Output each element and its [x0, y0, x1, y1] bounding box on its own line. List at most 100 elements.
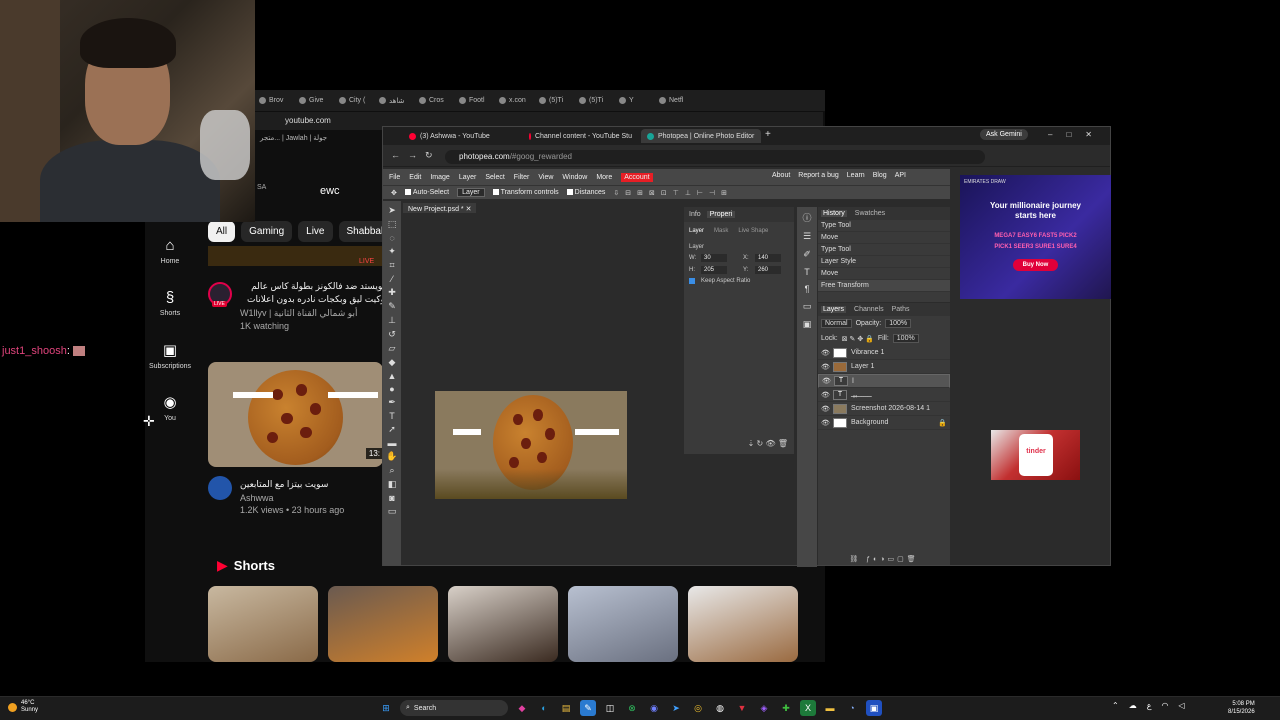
properties-tab[interactable]: Properi: [706, 211, 736, 218]
quick-mask-icon[interactable]: ◙: [389, 493, 394, 503]
youtube-tab[interactable]: Give: [295, 95, 333, 106]
eye-icon[interactable]: 👁: [821, 419, 830, 427]
tab-photopea[interactable]: Photopea | Online Photo Editor: [641, 129, 761, 143]
eye-icon[interactable]: 👁: [821, 363, 830, 371]
vivaldi-icon[interactable]: ▼: [734, 700, 750, 716]
wifi-icon[interactable]: ◠: [1161, 701, 1168, 710]
menu-more[interactable]: More: [596, 174, 612, 181]
nav-subscriptions[interactable]: ▣ Subscriptions: [145, 329, 195, 381]
taskbar-search[interactable]: ⌕ Search: [400, 700, 508, 716]
type-tool-icon[interactable]: T: [389, 411, 395, 421]
telegram-icon[interactable]: ➤: [668, 700, 684, 716]
eraser-tool-icon[interactable]: ▱: [389, 343, 396, 354]
new-tab-icon[interactable]: +: [765, 129, 771, 140]
app-icon[interactable]: ◫: [602, 700, 618, 716]
paths-tab[interactable]: Paths: [892, 306, 910, 313]
image-icon[interactable]: ▣: [803, 319, 812, 330]
move-tool-icon[interactable]: ➤: [388, 205, 396, 216]
info-tab[interactable]: Info: [689, 211, 701, 218]
eye-icon[interactable]: 👁: [821, 349, 830, 357]
menu-window[interactable]: Window: [562, 174, 587, 181]
youtube-tab[interactable]: City (: [335, 95, 373, 106]
steam-icon[interactable]: ◔: [844, 700, 860, 716]
heal-tool-icon[interactable]: ✚: [388, 287, 396, 298]
menu-view[interactable]: View: [538, 174, 553, 181]
youtube-tab[interactable]: Netfl: [655, 95, 693, 106]
obs-icon[interactable]: ◍: [712, 700, 728, 716]
ad-buy-button[interactable]: Buy Now: [1012, 259, 1059, 271]
blend-mode-select[interactable]: Normal: [821, 319, 852, 328]
youtube-tab[interactable]: Brov: [255, 95, 293, 106]
menu-file[interactable]: File: [389, 174, 400, 181]
stamp-tool-icon[interactable]: ⊥: [388, 315, 396, 326]
color-swatches-icon[interactable]: ◧: [388, 479, 397, 490]
history-item[interactable]: Type Tool: [818, 244, 950, 256]
menu-layer[interactable]: Layer: [459, 174, 477, 181]
layer-row[interactable]: 👁 T ـــــــبيـ: [818, 388, 950, 402]
blur-tool-icon[interactable]: ▲: [388, 371, 397, 381]
lock-icons[interactable]: ⊠ ✎ ✥ 🔒: [842, 335, 874, 343]
folder-icon[interactable]: ▬: [822, 700, 838, 716]
transform-controls-checkbox[interactable]: Transform controls: [492, 189, 559, 196]
y-input[interactable]: 260: [755, 266, 781, 274]
dodge-tool-icon[interactable]: ●: [389, 384, 394, 394]
tab-studio[interactable]: Channel content - YouTube Stu: [523, 129, 638, 143]
subtab-live-shape[interactable]: Live Shape: [738, 228, 768, 234]
discord-icon[interactable]: ◉: [646, 700, 662, 716]
emirates-draw-ad[interactable]: EMIRATES DRAW Your millionaire journey st…: [960, 175, 1111, 299]
eye-icon[interactable]: 👁: [821, 391, 830, 399]
nav-arrows-icon[interactable]: ←→↻: [391, 150, 441, 161]
taskbar-clock[interactable]: 5:08 PM 8/15/2026: [1228, 700, 1255, 716]
url-field[interactable]: photopea.com/#goog_rewarded: [445, 150, 985, 164]
video-title[interactable]: سويت بيتزا مع المتابعين: [240, 478, 385, 491]
subtab-layer[interactable]: Layer: [689, 228, 704, 234]
opacity-input[interactable]: 100%: [885, 319, 912, 328]
nav-shorts[interactable]: § Shorts: [145, 277, 195, 329]
character-icon[interactable]: T: [804, 267, 810, 277]
language-indicator[interactable]: ع: [1147, 701, 1152, 710]
chevron-up-icon[interactable]: ⌃: [1112, 701, 1119, 710]
live-video-channel[interactable]: W1llyv | أبو شمالي القناة الثانية: [240, 308, 385, 319]
notepad-icon[interactable]: ✎: [580, 700, 596, 716]
fill-tool-icon[interactable]: ◆: [389, 357, 396, 368]
auto-select-checkbox[interactable]: Auto-Select: [404, 189, 449, 196]
menu-account[interactable]: Account: [621, 172, 653, 182]
align-icons[interactable]: ⇩⊟⊞⊠⊡⊤⊥⊢⊣⊞: [613, 189, 733, 197]
file-explorer-icon[interactable]: ▤: [558, 700, 574, 716]
tinder-ad[interactable]: tinder: [991, 430, 1080, 480]
properties-footer-icons[interactable]: ⇣ ↻ 👁 🗑: [684, 439, 794, 453]
youtube-tab[interactable]: (5)Ti: [535, 95, 573, 106]
short-thumbnail[interactable]: [688, 586, 798, 662]
chip-all[interactable]: All: [208, 221, 236, 242]
xbox-icon[interactable]: ⊗: [624, 700, 640, 716]
history-item[interactable]: Free Transform: [818, 280, 950, 292]
short-thumbnail[interactable]: [328, 586, 438, 662]
canvas-text-left[interactable]: [453, 429, 481, 435]
edge-icon[interactable]: ◐: [536, 700, 552, 716]
youtube-tab[interactable]: x.con: [495, 95, 533, 106]
photos-icon[interactable]: ▣: [866, 700, 882, 716]
properties-icon[interactable]: ☰: [803, 231, 811, 242]
swatches-tab[interactable]: Swatches: [855, 210, 885, 217]
youtube-tab[interactable]: Y: [615, 95, 653, 106]
lasso-tool-icon[interactable]: ◌: [389, 233, 394, 243]
history-tab[interactable]: History: [821, 210, 847, 217]
shape-tool-icon[interactable]: ▬: [388, 438, 397, 448]
layer-row[interactable]: 👁 Layer 1: [818, 360, 950, 374]
h-input[interactable]: 205: [701, 266, 727, 274]
menu-filter[interactable]: Filter: [514, 174, 530, 181]
fill-input[interactable]: 100%: [892, 334, 919, 343]
close-doc-icon[interactable]: ✕: [466, 206, 472, 213]
chip-gaming[interactable]: Gaming: [241, 221, 293, 242]
youtube-tab[interactable]: شاهد: [375, 95, 413, 107]
short-thumbnail[interactable]: [208, 586, 318, 662]
pen-tool-icon[interactable]: ✒: [388, 397, 396, 408]
canvas-text-right[interactable]: [575, 429, 619, 435]
move-tool-icon[interactable]: ✥: [391, 189, 397, 197]
tab-youtube[interactable]: (3) Ashwwa - YouTube: [403, 129, 515, 143]
menu-edit[interactable]: Edit: [409, 174, 421, 181]
youtube-tab[interactable]: (5)Ti: [575, 95, 613, 106]
layer-row[interactable]: 👁 Background 🔒: [818, 416, 950, 430]
eye-icon[interactable]: 👁: [821, 405, 830, 413]
video-thumbnail[interactable]: 13:: [208, 362, 383, 467]
